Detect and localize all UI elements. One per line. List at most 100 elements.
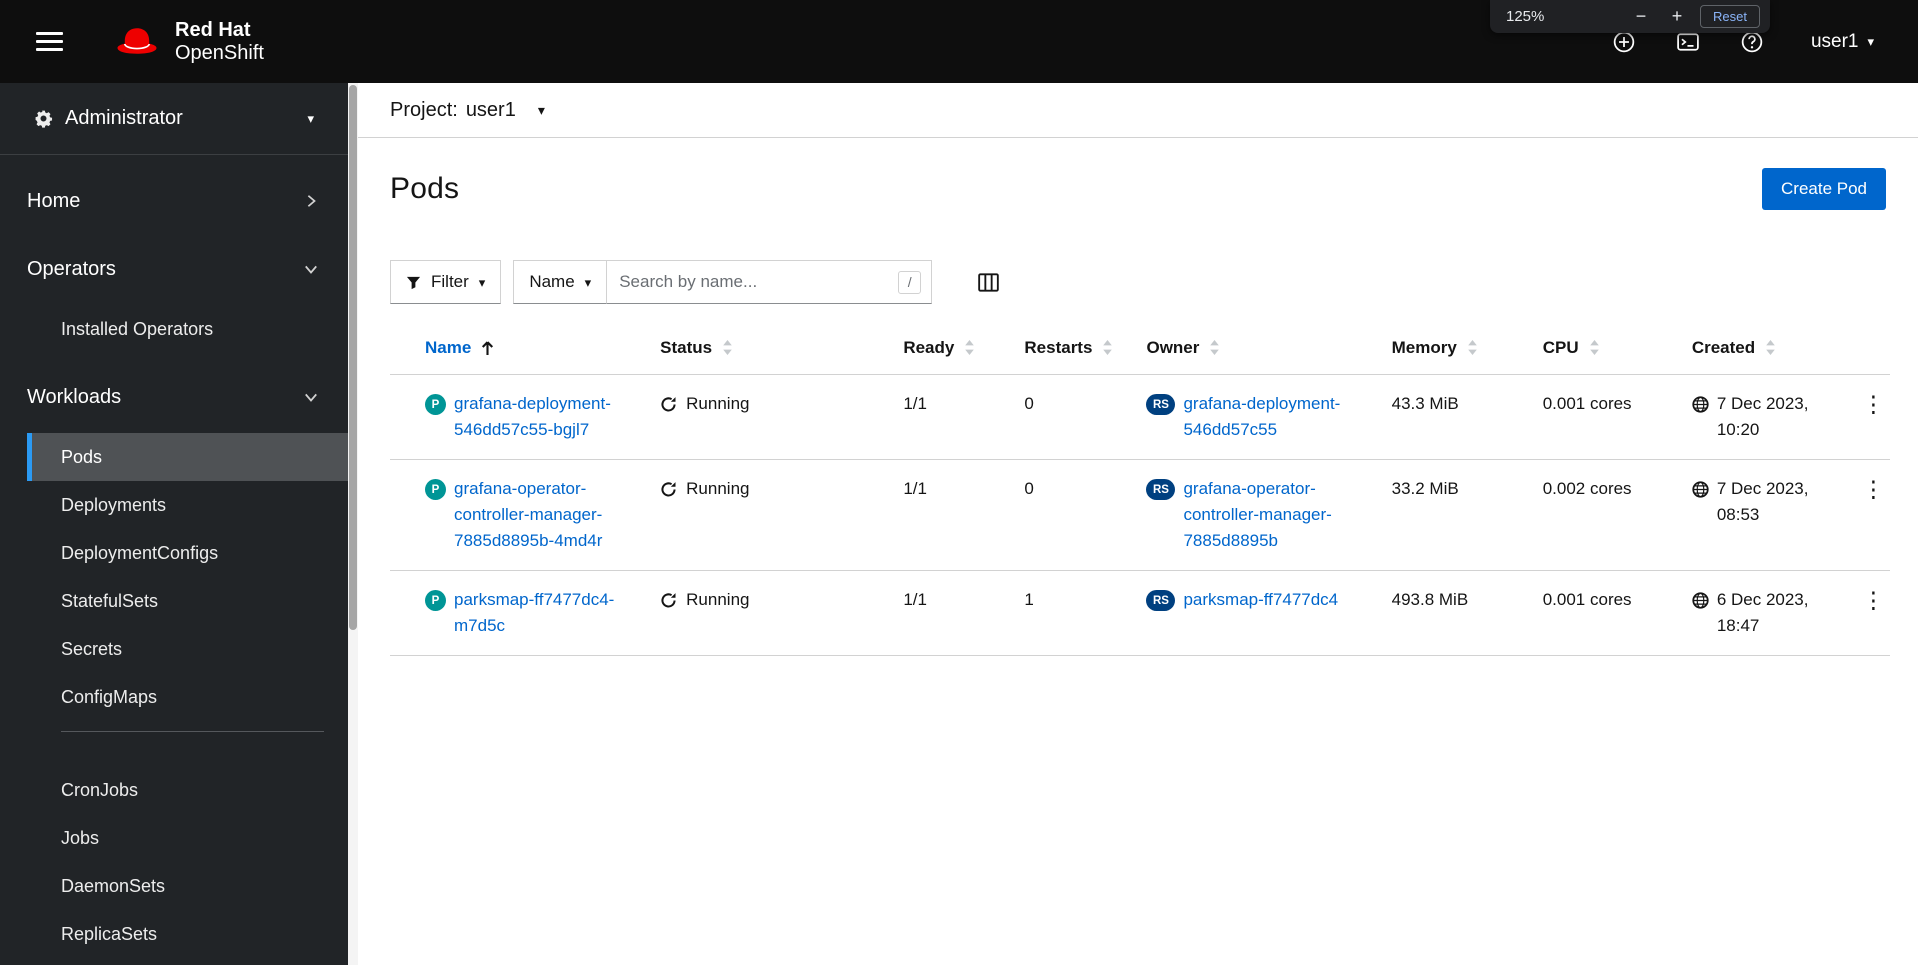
help-icon[interactable] (1741, 31, 1763, 53)
sort-icon (1467, 340, 1478, 355)
masthead-toolbar: user1 ▾ (1613, 30, 1880, 54)
sidebar-item-home[interactable]: Home (0, 167, 348, 235)
gear-icon (34, 109, 53, 128)
chevron-down-icon (304, 262, 318, 276)
pod-restarts: 0 (1008, 374, 1131, 460)
table-row: P grafana-deployment-546dd57c55-bgjl7 Ru… (390, 374, 1893, 460)
project-bar: Project: user1 ▾ (358, 83, 1918, 138)
column-header-name[interactable]: Name (390, 326, 645, 375)
pod-link[interactable]: grafana-deployment-546dd57c55-bgjl7 (454, 391, 628, 443)
manage-columns-button[interactable] (974, 269, 1003, 296)
table-row: P grafana-operator-controller-manager-78… (390, 459, 1893, 571)
pod-status: Running (686, 479, 750, 498)
sidebar-item-deployments[interactable]: Deployments (0, 481, 348, 529)
username: user1 (1810, 30, 1859, 52)
pod-created: 7 Dec 2023, 10:20 (1716, 394, 1809, 439)
search-input[interactable] (607, 272, 899, 292)
nav-toggle-button[interactable] (28, 24, 71, 59)
search-attribute-dropdown[interactable]: Name ▾ (513, 260, 608, 304)
pod-link[interactable]: parksmap-ff7477dc4-m7d5c (454, 587, 628, 639)
caret-down-icon: ▾ (537, 102, 545, 118)
column-header-created[interactable]: Created (1675, 326, 1838, 375)
running-sync-icon (660, 592, 677, 609)
sidebar-item-operators[interactable]: Operators (0, 235, 348, 303)
perspective-switcher[interactable]: Administrator ▾ (0, 83, 348, 155)
timestamp-icon (1692, 592, 1709, 609)
running-sync-icon (660, 481, 677, 498)
sort-icon (1765, 340, 1776, 355)
pod-status: Running (686, 394, 750, 413)
sidebar-item-replicationcontrollers[interactable]: ReplicationControllers (0, 958, 348, 965)
sidebar-item-pods[interactable]: Pods (27, 433, 348, 481)
column-header-status[interactable]: Status (644, 326, 888, 375)
sort-icon (1102, 340, 1113, 355)
timestamp-icon (1692, 481, 1709, 498)
project-label: Project: (390, 98, 458, 121)
owner-link[interactable]: parksmap-ff7477dc4 (1183, 587, 1338, 613)
pod-created: 7 Dec 2023, 08:53 (1716, 479, 1809, 524)
sidebar-item-installed-operators[interactable]: Installed Operators (0, 305, 348, 353)
pod-badge: P (425, 590, 446, 611)
sidebar: Administrator ▾ Home Operators Installed… (0, 83, 348, 965)
sidebar-item-workloads[interactable]: Workloads (0, 363, 348, 431)
column-header-cpu[interactable]: CPU (1526, 326, 1676, 375)
pod-ready: 1/1 (887, 570, 1009, 656)
timestamp-icon (1692, 396, 1709, 413)
pod-badge: P (425, 394, 446, 415)
sidebar-item-jobs[interactable]: Jobs (0, 814, 348, 862)
pods-table: Name Status Ready Restarts Owner Memory … (390, 326, 1890, 656)
sidebar-item-deploymentconfigs[interactable]: DeploymentConfigs (0, 529, 348, 577)
column-header-memory[interactable]: Memory (1375, 326, 1527, 375)
project-value: user1 (465, 98, 516, 121)
redhat-hat-icon (111, 24, 163, 60)
main-content: Project: user1 ▾ Pods Create Pod Filter … (358, 83, 1918, 965)
column-header-owner[interactable]: Owner (1130, 326, 1376, 375)
filter-dropdown[interactable]: Filter ▾ (390, 260, 502, 304)
pod-ready: 1/1 (887, 459, 1009, 571)
zoom-out-button[interactable]: − (1628, 6, 1654, 27)
nav-divider (61, 731, 324, 756)
workloads-submenu: Pods Deployments DeploymentConfigs State… (0, 431, 348, 965)
caret-down-icon: ▾ (307, 111, 314, 126)
zoom-reset-button[interactable]: Reset (1700, 5, 1760, 28)
scrollbar-thumb[interactable] (349, 85, 357, 630)
filter-icon (406, 275, 421, 290)
terminal-icon[interactable] (1677, 31, 1699, 53)
replicaset-badge: RS (1146, 394, 1176, 415)
pod-ready: 1/1 (887, 374, 1009, 460)
sidebar-item-statefulsets[interactable]: StatefulSets (0, 577, 348, 625)
sidebar-item-replicasets[interactable]: ReplicaSets (0, 910, 348, 958)
zoom-in-button[interactable]: + (1664, 6, 1690, 27)
sidebar-scrollbar[interactable] (348, 83, 358, 965)
pod-memory: 33.2 MiB (1375, 459, 1527, 571)
sort-ascending-icon (481, 339, 494, 356)
slash-shortcut-hint: / (898, 270, 922, 294)
filter-toolbar: Filter ▾ Name ▾ / (390, 260, 1886, 304)
sidebar-item-secrets[interactable]: Secrets (0, 625, 348, 673)
sidebar-item-daemonsets[interactable]: DaemonSets (0, 862, 348, 910)
project-selector[interactable]: Project: user1 ▾ (390, 99, 545, 122)
operators-submenu: Installed Operators (0, 303, 348, 363)
replicaset-badge: RS (1146, 479, 1176, 500)
sidebar-item-configmaps[interactable]: ConfigMaps (0, 673, 348, 721)
brand-name: Red Hat (175, 18, 251, 41)
zoom-level: 125% (1506, 8, 1545, 25)
table-header-row: Name Status Ready Restarts Owner Memory … (390, 326, 1890, 375)
owner-link[interactable]: grafana-deployment-546dd57c55 (1183, 391, 1359, 443)
create-pod-button[interactable]: Create Pod (1762, 168, 1886, 210)
browser-zoom-popup: 125% − + Reset (1490, 0, 1770, 33)
owner-link[interactable]: grafana-operator-controller-manager-7885… (1183, 476, 1359, 554)
user-menu[interactable]: user1 ▾ (1805, 30, 1880, 54)
column-header-restarts[interactable]: Restarts (1008, 326, 1131, 375)
pod-status: Running (686, 590, 750, 609)
row-kebab-menu[interactable]: ⋮ (1854, 587, 1893, 614)
row-kebab-menu[interactable]: ⋮ (1854, 476, 1893, 503)
caret-down-icon: ▾ (584, 274, 592, 290)
sidebar-item-cronjobs[interactable]: CronJobs (0, 766, 348, 814)
pod-badge: P (425, 479, 446, 500)
running-sync-icon (660, 396, 677, 413)
row-kebab-menu[interactable]: ⋮ (1854, 391, 1893, 418)
column-header-ready[interactable]: Ready (887, 326, 1009, 375)
pod-link[interactable]: grafana-operator-controller-manager-7885… (454, 476, 628, 554)
quick-create-icon[interactable] (1613, 31, 1635, 53)
